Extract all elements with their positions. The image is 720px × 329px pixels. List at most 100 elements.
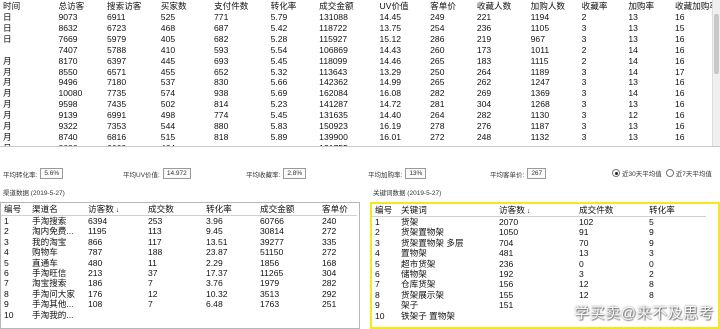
avg-conversion-field[interactable]: 5.6% (40, 168, 64, 179)
daily-stats-row-cell (376, 142, 428, 146)
keyword-row[interactable]: 3 货架置物架 多层 704 70 9 (372, 238, 706, 248)
channel-row-cell (85, 310, 145, 320)
daily-stats-row[interactable]: 月 10080 7735 574 938 5.69 162084 16.08 282 269 136… (0, 88, 720, 99)
avg-cart-rate-field[interactable]: 13% (405, 168, 427, 179)
daily-stats-row[interactable]: 月 8740 6816 515 818 5.89 139900 16.01 272 248 1132… (0, 132, 720, 143)
channel-row-cell: 335 (322, 236, 337, 247)
channel-row-cell: 272 (322, 226, 337, 237)
daily-stats-column-header[interactable]: 转化率 (268, 0, 317, 12)
keyword-row[interactable]: 8 货架展示架 155 12 8 (372, 290, 706, 300)
channel-column-header[interactable]: 转化率 (203, 203, 257, 216)
daily-stats-row[interactable]: 7407 5788 410 593 5.54 106869 14.43 260 173 1011 2… (0, 45, 720, 56)
daily-stats-column-header[interactable]: 收藏人数 (474, 0, 528, 12)
keyword-row[interactable]: 1 货架 2070 102 5 (372, 217, 706, 228)
daily-stats-row-cell: 14 (625, 55, 673, 67)
keyword-row-cell: 铁架子 置物架 (401, 310, 455, 321)
daily-stats-row[interactable]: 日 7669 5979 405 682 5.28 115927 15.12 286 219 967 3… (0, 33, 720, 45)
channel-column-header[interactable]: 渠道名 (29, 203, 85, 216)
channel-column-header[interactable]: 编号 (1, 203, 29, 216)
daily-stats-scrollbar[interactable] (712, 0, 720, 146)
daily-stats-row-cell: 3 (578, 33, 626, 45)
daily-stats-row-cell: 254 (430, 22, 445, 33)
radio-30-day-average[interactable]: 近30天平均值 (612, 168, 662, 178)
channel-row[interactable]: 10 手淘我的... (1, 310, 357, 320)
channel-row[interactable]: 1 手淘搜索 6394 253 3.96 60766 240 (1, 216, 357, 227)
channel-row-cell: 购物车 (32, 247, 58, 258)
daily-stats-row-cell: 14 (628, 88, 638, 99)
keyword-column-header[interactable]: 编号 (372, 204, 398, 217)
channel-column-header[interactable]: 访客数 ↓ (85, 203, 145, 216)
channel-row[interactable]: 2 淘内免费... 1195 113 9.45 30814 272 (1, 226, 357, 236)
daily-stats-column-header[interactable]: 买家数 (158, 0, 211, 12)
daily-stats-row-cell: 6816 (107, 131, 127, 142)
channel-row[interactable]: 5 直通车 480 11 2.29 1856 168 (1, 258, 357, 268)
daily-stats-column-header[interactable]: 收藏率 (579, 0, 626, 12)
daily-stats-row[interactable]: 月 8550 6571 455 652 5.32 113643 13.29 250 264 1189… (0, 67, 720, 78)
keyword-row[interactable]: 7 仓库货架 156 12 8 (372, 279, 706, 289)
daily-stats-row-cell: 498 (160, 110, 176, 121)
daily-stats-row-cell: 月 (0, 99, 56, 111)
channel-row[interactable]: 4 购物车 787 188 23.87 51150 272 (1, 247, 357, 257)
keyword-row-cell: 架子 (401, 300, 419, 311)
channel-header-label: 编号 (4, 204, 22, 214)
radio-unselected-icon (665, 169, 674, 177)
daily-stats-row-cell: 282 (476, 110, 492, 121)
daily-stats-column-header[interactable]: 成交金额 (316, 0, 376, 12)
daily-stats-row-cell: 2 (578, 12, 626, 23)
daily-stats-row[interactable]: 日 8632 6723 468 687 5.42 118722 13.75 254 236 1105… (0, 23, 720, 34)
avg-favorite-rate-field[interactable]: 2.8% (283, 168, 307, 179)
avg-order-value-field[interactable]: 267 (527, 168, 547, 179)
keyword-panel-title: 关键词数据 (2019-5-27) (373, 190, 442, 197)
channel-row-cell (203, 310, 257, 320)
daily-stats-row-cell: 1187 (527, 121, 579, 132)
daily-stats-column-header[interactable]: 时间 (0, 0, 55, 12)
daily-stats-column-header[interactable]: 加购率 (625, 0, 672, 12)
daily-stats-column-header[interactable]: 搜索访客 (104, 0, 158, 12)
daily-stats-row-cell: 14.46 (376, 55, 428, 67)
keyword-row[interactable]: 4 置物架 481 13 3 (372, 248, 706, 258)
keyword-column-header[interactable]: 成交件数 (576, 204, 646, 217)
daily-stats-row-cell: 13.29 (379, 66, 402, 77)
daily-stats-column-header[interactable]: 支付件数 (211, 0, 268, 12)
daily-stats-row[interactable]: 月 9598 7435 502 814 5.23 141287 14.72 281 304 1268… (0, 99, 720, 111)
radio-7-day-average[interactable]: 近7天平均值 (665, 168, 712, 178)
channel-row[interactable]: 6 手淘旺信 213 37 17.37 11265 304 (1, 268, 357, 278)
channel-column-header[interactable]: 成交数 (145, 203, 203, 216)
keyword-header-label: 成交件数 (579, 205, 614, 215)
daily-stats-column-header[interactable]: 加购人数 (528, 0, 579, 12)
keyword-column-header[interactable]: 关键词 (398, 204, 496, 217)
daily-stats-row[interactable]: 月 9496 7180 537 830 5.66 142362 14.99 265 262 1247… (0, 77, 720, 89)
avg-uv-value-field[interactable]: 14.972 (162, 168, 191, 179)
channel-row[interactable]: 8 手淘问大家 176 12 10.32 3513 292 (1, 289, 357, 299)
scrollbar-thumb[interactable] (714, 14, 719, 74)
channel-row[interactable]: 3 我的淘宝 866 117 13.51 39277 335 (1, 237, 357, 247)
keyword-row[interactable]: 2 货架置物架 1050 91 9 (372, 227, 706, 237)
daily-stats-column-header[interactable]: 客单价 (427, 0, 474, 12)
daily-stats-row[interactable]: 月 8170 6397 445 693 5.45 118099 14.46 265 183 1115… (0, 55, 720, 67)
channel-row[interactable]: 7 淘宝搜索 186 7 3.76 1979 282 (1, 278, 357, 288)
channel-row-cell: 866 (88, 236, 103, 247)
daily-stats-row-cell: 5.66 (267, 77, 317, 89)
channel-row[interactable]: 9 手淘其他... 108 7 6.48 1763 251 (1, 299, 357, 309)
daily-stats-row[interactable]: 日 9073 6911 525 771 5.79 131088 14.45 249 221 1194… (0, 12, 720, 23)
channel-column-header[interactable]: 客单价 (319, 203, 357, 216)
daily-stats-column-header[interactable]: 总访客 (55, 0, 104, 12)
daily-stats-row[interactable]: 月 9139 6991 498 774 5.45 131635 14.40 264 282 1130… (0, 110, 720, 121)
daily-stats-column-header[interactable]: UV价值 (377, 0, 428, 12)
daily-stats-row-cell (267, 142, 317, 146)
keyword-header-label: 访客数 (499, 205, 525, 215)
daily-stats-row[interactable]: 月86866660464 131755 (0, 142, 720, 146)
daily-stats-row-cell: 5.89 (270, 131, 288, 142)
channel-row-cell: 272 (322, 247, 337, 258)
daily-stats-row-cell (625, 142, 673, 146)
channel-row-cell: 37 (148, 268, 158, 279)
daily-stats-row[interactable]: 月 9322 7353 544 880 5.83 150923 16.19 278 276 1187… (0, 121, 720, 132)
channel-row-cell (257, 310, 319, 320)
daily-stats-header-label: 加购率 (628, 1, 655, 11)
channel-column-header[interactable]: 成交金额 (257, 203, 319, 216)
keyword-column-header[interactable]: 转化率 (646, 204, 706, 217)
keyword-column-header[interactable]: 访客数 ↓ (496, 204, 576, 217)
daily-stats-row-cell: 131088 (316, 12, 377, 23)
keyword-row[interactable]: 6 储物架 192 3 2 (372, 269, 706, 279)
keyword-row[interactable]: 5 超市货架 236 0 0 (372, 259, 706, 269)
